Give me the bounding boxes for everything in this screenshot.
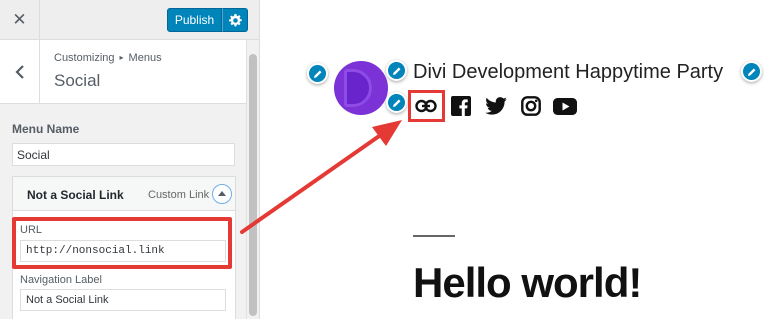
- pencil-icon: [392, 67, 400, 75]
- breadcrumb: Customizing ▸ Menus: [54, 52, 162, 64]
- menu-item-header[interactable]: Not a Social Link Custom Link: [13, 177, 235, 211]
- edit-social-menu-shortcut[interactable]: [386, 92, 407, 113]
- social-link-facebook[interactable]: [449, 94, 473, 118]
- edit-title-shortcut[interactable]: [386, 60, 407, 81]
- site-logo[interactable]: [334, 61, 388, 115]
- menu-item-type: Custom Link: [148, 189, 210, 201]
- customizer-sidebar: ✕ Publish Customizing ▸ Menus Social Menu …: [0, 0, 260, 319]
- menu-item-toggle-button[interactable]: [212, 184, 232, 204]
- menu-name-input[interactable]: [12, 143, 235, 166]
- menu-name-label: Menu Name: [12, 122, 80, 136]
- publish-button[interactable]: Publish: [167, 8, 222, 32]
- gear-icon: [228, 13, 242, 26]
- social-link-youtube[interactable]: [553, 94, 577, 118]
- edit-logo-shortcut[interactable]: [307, 63, 328, 84]
- breadcrumb-parent: Customizing: [54, 52, 115, 64]
- navigation-label-label: Navigation Label: [20, 274, 102, 286]
- navigation-label-input[interactable]: [20, 289, 226, 311]
- post-divider: [413, 235, 455, 237]
- link-icon-highlight-box: [408, 90, 445, 122]
- breadcrumb-separator-icon: ▸: [119, 53, 124, 62]
- breadcrumb-current: Menus: [128, 52, 162, 64]
- close-customizer-button[interactable]: ✕: [0, 0, 40, 40]
- social-link-twitter[interactable]: [484, 94, 508, 118]
- menu-item-title: Not a Social Link: [27, 188, 124, 202]
- scrollbar-thumb[interactable]: [249, 54, 257, 316]
- customizer-header: ✕ Publish: [0, 0, 259, 40]
- site-title[interactable]: Divi Development Happytime Party: [413, 61, 723, 84]
- chevron-up-icon: [218, 191, 226, 196]
- back-button[interactable]: [0, 40, 40, 104]
- sidebar-scrollbar[interactable]: [246, 40, 259, 319]
- youtube-icon: [553, 97, 577, 115]
- section-title: Social: [54, 71, 101, 90]
- pencil-icon: [313, 70, 321, 78]
- pencil-icon: [747, 68, 755, 76]
- social-link-instagram[interactable]: [519, 94, 543, 118]
- url-highlight-box: [12, 217, 232, 269]
- close-icon: ✕: [12, 10, 27, 29]
- logo-d-mark: [344, 69, 372, 107]
- chevron-left-icon: [14, 65, 24, 79]
- edit-header-shortcut[interactable]: [741, 61, 762, 82]
- publish-settings-button[interactable]: [222, 8, 248, 32]
- post-title[interactable]: Hello world!: [413, 259, 642, 307]
- pencil-icon: [392, 99, 400, 107]
- instagram-icon: [521, 96, 541, 116]
- twitter-icon: [485, 97, 507, 115]
- facebook-icon: [451, 96, 471, 116]
- section-header: Customizing ▸ Menus Social: [0, 40, 246, 104]
